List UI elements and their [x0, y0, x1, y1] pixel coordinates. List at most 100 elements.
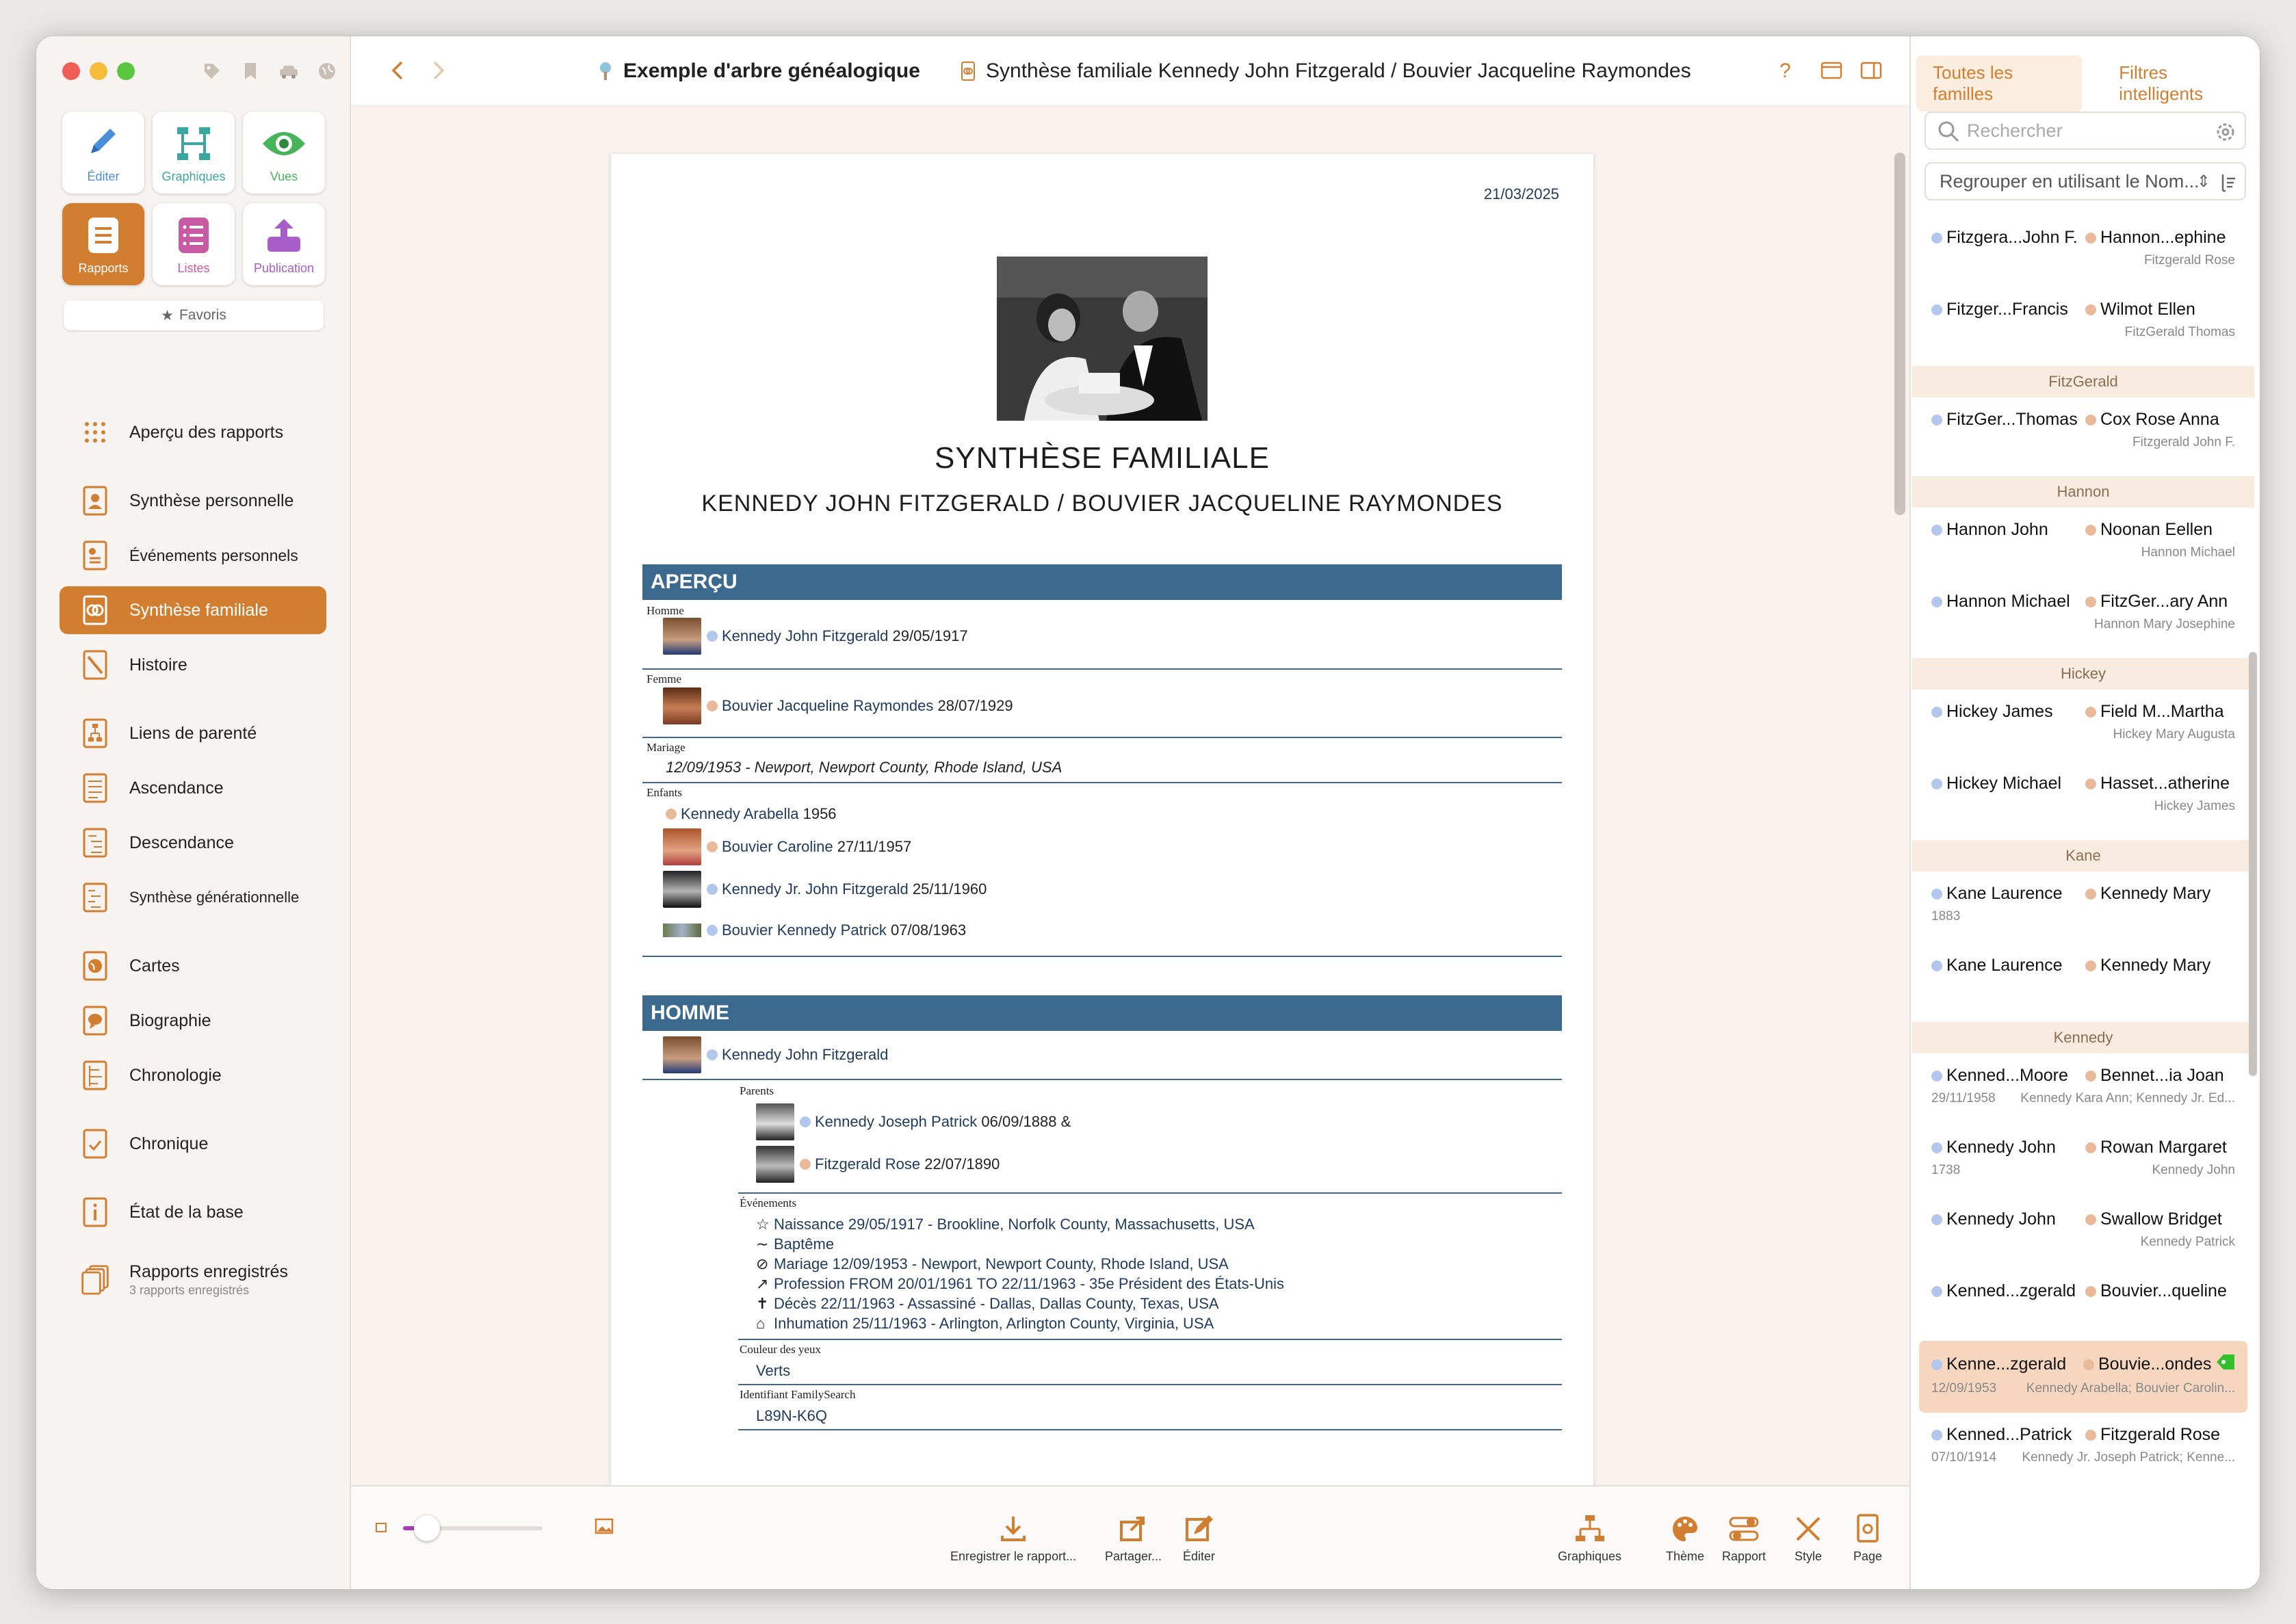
nav-generational-summary[interactable]: Synthèse générationnelle — [60, 874, 326, 921]
module-charts-button[interactable]: Graphiques — [153, 112, 235, 194]
family-children: Kennedy Kara Ann; Kennedy Jr. Ed... — [2020, 1091, 2235, 1105]
module-publication-button[interactable]: Publication — [243, 203, 325, 285]
nav-story[interactable]: Histoire — [60, 641, 326, 689]
nav-reports-overview[interactable]: Aperçu des rapports — [60, 408, 326, 456]
family-list-item[interactable]: FitzGer...Thomas Cox Rose Anna Fitzgerald … — [1912, 397, 2254, 469]
share-button[interactable]: Partager... — [1105, 1514, 1162, 1564]
family-group-header: Hannon — [1912, 476, 2254, 508]
module-edit-button[interactable]: Éditer — [62, 112, 144, 194]
module-lists-button[interactable]: Listes — [153, 203, 235, 285]
back-chevron-icon[interactable] — [389, 60, 406, 85]
wife-name[interactable]: Bouvier Jacqueline Raymondes — [722, 697, 933, 715]
child-name[interactable]: Kennedy Jr. John Fitzgerald — [722, 880, 909, 898]
theme-button[interactable]: Thème — [1666, 1514, 1704, 1564]
father-name[interactable]: Kennedy Joseph Patrick — [815, 1113, 977, 1131]
nav-chronicle[interactable]: Chronique — [60, 1120, 326, 1168]
child-entry[interactable]: Kennedy Jr. John Fitzgerald 25/11/1960 — [663, 871, 987, 908]
child-entry[interactable]: Bouvier Kennedy Patrick 07/08/1963 — [663, 921, 966, 939]
husband-entry[interactable]: Kennedy John Fitzgerald 29/05/1917 — [663, 618, 968, 655]
tab-all-families[interactable]: Toutes les familles — [1916, 55, 2083, 112]
familysearch-id[interactable]: L89N-K6Q — [756, 1407, 827, 1425]
nav-maps[interactable]: Cartes — [60, 942, 326, 990]
edit-button[interactable]: Éditer — [1183, 1514, 1215, 1564]
charts-button[interactable]: Graphiques — [1558, 1514, 1621, 1564]
vertical-scrollbar[interactable] — [1894, 153, 1905, 515]
female-dot-icon — [2085, 1214, 2096, 1225]
hammer-icon: ↗ — [756, 1275, 769, 1292]
avatar — [663, 924, 701, 937]
group-by-select[interactable]: Regrouper en utilisant le Nom... ⇕ — [1925, 162, 2246, 200]
module-reports-button[interactable]: Rapports — [62, 203, 144, 285]
nav-relationships[interactable]: Liens de parenté — [60, 709, 326, 757]
family-list-item[interactable]: Kenned...Moore Bennet...ia Joan 29/11/1958… — [1912, 1053, 2254, 1125]
nav-biography[interactable]: Biographie — [60, 997, 326, 1045]
style-button[interactable]: Style — [1793, 1514, 1823, 1564]
forward-chevron-icon[interactable] — [430, 60, 447, 85]
search-input[interactable]: Rechercher — [1925, 112, 2246, 150]
father-entry[interactable]: Kennedy Joseph Patrick 06/09/1888 & — [756, 1103, 1071, 1140]
child-name[interactable]: Kennedy Arabella — [681, 805, 798, 823]
speech-bubble-icon — [80, 1006, 110, 1036]
module-views-button[interactable]: Vues — [243, 112, 325, 194]
zoom-slider-knob[interactable] — [414, 1515, 441, 1541]
nav-descendancy[interactable]: Descendance — [60, 819, 326, 867]
child-name[interactable]: Bouvier Kennedy Patrick — [722, 921, 887, 939]
zoom-slider[interactable] — [403, 1515, 543, 1541]
nav-chronology[interactable]: Chronologie — [60, 1051, 326, 1099]
wife-entry[interactable]: Bouvier Jacqueline Raymondes 28/07/1929 — [663, 687, 1013, 724]
family-list-item[interactable]: Kennedy John Swallow Bridget Kennedy Patri… — [1912, 1197, 2254, 1269]
family-list-item[interactable]: Hickey Michael Hasset...atherine Hickey Ja… — [1912, 761, 2254, 833]
family-list-item[interactable]: Fitzgera...John F. Hannon...ephine Fitzger… — [1912, 215, 2254, 287]
globe-icon[interactable] — [314, 58, 340, 84]
gear-icon[interactable] — [2215, 121, 2236, 148]
family-wife: Hasset...atherine — [2100, 774, 2230, 793]
family-list-item[interactable]: Hannon Michael FitzGer...ary Ann Hannon Ma… — [1912, 579, 2254, 651]
husband-full-name[interactable]: Kennedy John Fitzgerald — [722, 1046, 888, 1064]
family-group-header: Kennedy — [1912, 1022, 2254, 1053]
nav-saved-reports[interactable]: Rapports enregistrés 3 rapports enregistr… — [60, 1251, 326, 1309]
child-entry[interactable]: Bouvier Caroline 27/11/1957 — [663, 828, 911, 865]
nav-database-status[interactable]: État de la base — [60, 1188, 326, 1236]
child-entry[interactable]: Kennedy Arabella 1956 — [666, 805, 837, 823]
favorites-button[interactable]: ★ Favoris — [64, 300, 324, 330]
sort-icon[interactable] — [2220, 173, 2236, 197]
event-baptism: ∼ Baptême — [756, 1235, 834, 1253]
close-window-button[interactable] — [62, 62, 80, 80]
family-list-item[interactable]: Kane Laurence Kennedy Mary — [1912, 943, 2254, 1015]
mother-entry[interactable]: Fitzgerald Rose 22/07/1890 — [756, 1146, 1000, 1183]
car-icon[interactable] — [276, 58, 302, 84]
family-list-item[interactable]: Kane Laurence Kennedy Mary 1883 — [1912, 872, 2254, 943]
tab-smart-filters[interactable]: Filtres intelligents — [2102, 55, 2260, 112]
help-button[interactable]: ? — [1779, 60, 1791, 83]
family-list-item[interactable]: Kenned...Patrick Fitzgerald Rose 07/10/191… — [1912, 1413, 2254, 1484]
module-publication-label: Publication — [253, 261, 315, 275]
family-list-item[interactable]: Hickey James Field M...Martha Hickey Mary … — [1912, 690, 2254, 761]
husband-full-entry[interactable]: Kennedy John Fitzgerald — [663, 1036, 888, 1073]
family-list-scrollbar[interactable] — [2249, 652, 2257, 1076]
nav-family-summary[interactable]: Synthèse familiale — [60, 586, 326, 634]
female-dot-icon — [2085, 524, 2096, 536]
tag-icon[interactable] — [199, 58, 225, 84]
family-list-item[interactable]: Hannon John Noonan Eellen Hannon Michael — [1912, 508, 2254, 579]
sidebar-toggle-icon[interactable] — [1860, 61, 1882, 83]
mother-name[interactable]: Fitzgerald Rose — [815, 1155, 920, 1173]
save-report-button[interactable]: Enregistrer le rapport... — [950, 1514, 1076, 1564]
group-by-value: Regrouper en utilisant le Nom... — [1940, 170, 2200, 192]
minimize-window-button[interactable] — [90, 62, 107, 80]
family-list-item[interactable]: Kenne...zgerald Bouvie...ondes 12/09/1953 K… — [1919, 1341, 2247, 1413]
couple-photo — [997, 257, 1208, 421]
zoom-window-button[interactable] — [117, 62, 135, 80]
family-list-item[interactable]: Kenned...zgerald Bouvier...queline — [1912, 1269, 2254, 1341]
window-panel-icon[interactable] — [1821, 61, 1842, 83]
bookmark-icon[interactable] — [237, 58, 263, 84]
husband-name[interactable]: Kennedy John Fitzgerald — [722, 627, 888, 645]
report-settings-button[interactable]: Rapport — [1722, 1514, 1766, 1564]
page-button[interactable]: Page — [1853, 1514, 1882, 1564]
nav-personal-events[interactable]: Événements personnels — [60, 532, 326, 579]
family-list-item[interactable]: Kennedy John Rowan Margaret 1738 Kennedy Jo… — [1912, 1125, 2254, 1197]
nav-ancestry[interactable]: Ascendance — [60, 764, 326, 812]
nav-personal-summary[interactable]: Synthèse personnelle — [60, 477, 326, 525]
nav-label: Rapports enregistrés — [129, 1262, 289, 1281]
child-name[interactable]: Bouvier Caroline — [722, 838, 833, 856]
family-list-item[interactable]: Fitzger...Francis Wilmot Ellen FitzGerald … — [1912, 287, 2254, 359]
